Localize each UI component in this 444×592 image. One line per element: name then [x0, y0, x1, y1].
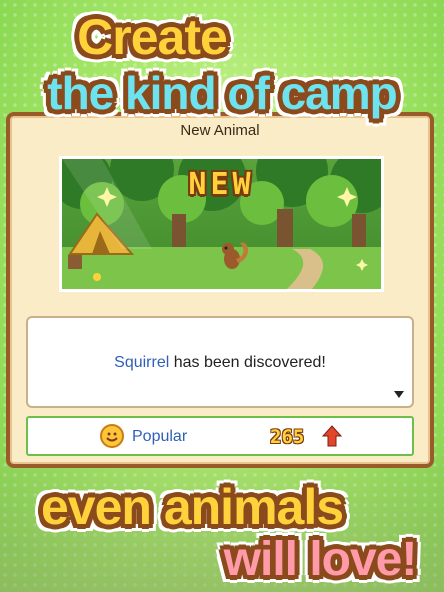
dialog-title: New Animal — [180, 122, 260, 139]
up-arrow-icon — [322, 425, 342, 447]
forest-scene-image: NEW — [59, 156, 384, 292]
continue-arrow-icon — [394, 391, 404, 398]
popularity-bar: Popular 265 — [26, 416, 414, 456]
headline-line-2: the kind of camp — [47, 67, 397, 119]
message-rest: has been discovered! — [169, 354, 326, 371]
headline-line-1: Create — [77, 9, 228, 65]
new-banner: NEW — [188, 167, 255, 202]
message-box[interactable]: Squirrel has been discovered! — [26, 316, 414, 408]
new-animal-dialog: New Animal NEW Squirrel has been discove… — [6, 112, 434, 468]
headline-line-4: will love! — [223, 533, 418, 586]
discovery-message: Squirrel has been discovered! — [28, 354, 412, 372]
popularity-label: Popular — [132, 428, 188, 445]
animal-name: Squirrel — [114, 354, 170, 371]
smiley-icon — [100, 424, 124, 448]
popularity-value: 265 — [270, 426, 305, 448]
headline-line-3: even animals — [40, 479, 344, 535]
